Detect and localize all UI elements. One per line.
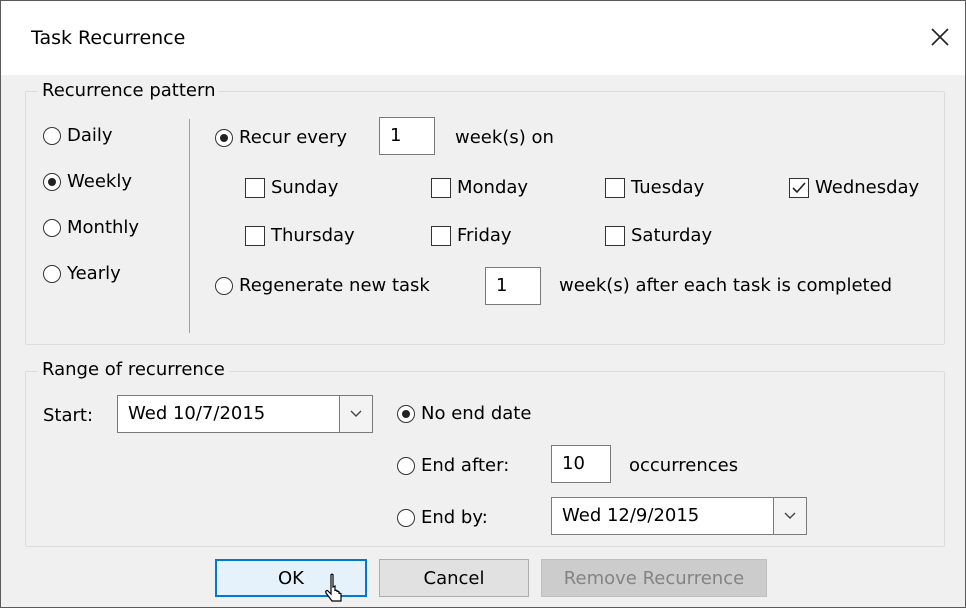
radio-daily[interactable]: Daily bbox=[43, 125, 113, 146]
title-bar: Task Recurrence bbox=[1, 1, 965, 75]
chevron-down-icon bbox=[350, 410, 362, 417]
checkbox-monday[interactable]: Monday bbox=[431, 177, 528, 198]
recurrence-pattern-legend: Recurrence pattern bbox=[38, 80, 220, 101]
regenerate-suffix-label: week(s) after each task is completed bbox=[559, 275, 893, 296]
checkbox-wednesday[interactable]: Wednesday bbox=[789, 177, 919, 198]
yearly-radio-indicator bbox=[43, 264, 61, 283]
wednesday-checkbox-box bbox=[789, 177, 809, 198]
radio-end-by[interactable]: End by: bbox=[397, 507, 488, 528]
no-end-date-label: No end date bbox=[421, 403, 532, 424]
mouse-cursor-icon bbox=[325, 573, 342, 602]
task-recurrence-dialog: Task Recurrence Recurrence pattern Daily… bbox=[0, 0, 966, 608]
wednesday-label: Wednesday bbox=[815, 177, 920, 198]
sunday-label: Sunday bbox=[271, 177, 339, 198]
radio-monthly[interactable]: Monthly bbox=[43, 217, 139, 238]
close-icon bbox=[931, 28, 949, 46]
regenerate-label: Regenerate new task bbox=[239, 275, 430, 296]
remove-recurrence-button-label: Remove Recurrence bbox=[563, 567, 745, 589]
checkbox-friday[interactable]: Friday bbox=[431, 225, 512, 246]
monday-label: Monday bbox=[457, 177, 529, 198]
saturday-label: Saturday bbox=[631, 225, 713, 246]
tuesday-label: Tuesday bbox=[631, 177, 705, 198]
weekly-radio-indicator bbox=[43, 172, 61, 191]
radio-weekly[interactable]: Weekly bbox=[43, 171, 132, 192]
radio-yearly[interactable]: Yearly bbox=[43, 263, 121, 284]
ok-button-label: OK bbox=[278, 567, 304, 589]
monthly-label: Monthly bbox=[67, 217, 140, 238]
end-by-date-dropdown-button[interactable] bbox=[773, 498, 806, 534]
tuesday-checkbox-box bbox=[605, 177, 625, 198]
start-label: Start: bbox=[43, 405, 94, 426]
monday-checkbox-box bbox=[431, 177, 451, 198]
occurrences-label: occurrences bbox=[629, 455, 739, 476]
end-by-date-dropdown[interactable]: Wed 12/9/2015 bbox=[551, 497, 807, 535]
radio-no-end-date[interactable]: No end date bbox=[397, 403, 531, 424]
checkbox-saturday[interactable]: Saturday bbox=[605, 225, 712, 246]
thursday-checkbox-box bbox=[245, 225, 265, 246]
regenerate-weeks-input[interactable]: 1 bbox=[485, 267, 541, 305]
radio-regenerate[interactable]: Regenerate new task bbox=[215, 275, 430, 296]
remove-recurrence-button: Remove Recurrence bbox=[541, 559, 767, 597]
checkmark-icon bbox=[792, 181, 806, 193]
weekly-label: Weekly bbox=[67, 171, 132, 192]
monthly-radio-indicator bbox=[43, 218, 61, 237]
daily-radio-indicator bbox=[43, 126, 61, 145]
saturday-checkbox-box bbox=[605, 225, 625, 246]
end-by-date-value: Wed 12/9/2015 bbox=[562, 505, 700, 526]
recur-every-label: Recur every bbox=[239, 127, 348, 148]
yearly-label: Yearly bbox=[67, 263, 121, 284]
end-after-input[interactable]: 10 bbox=[551, 445, 611, 483]
checkbox-tuesday[interactable]: Tuesday bbox=[605, 177, 704, 198]
friday-checkbox-box bbox=[431, 225, 451, 246]
pattern-divider bbox=[189, 119, 190, 333]
range-of-recurrence-legend: Range of recurrence bbox=[38, 359, 229, 380]
start-date-dropdown-button[interactable] bbox=[339, 396, 372, 432]
friday-label: Friday bbox=[457, 225, 512, 246]
start-date-dropdown[interactable]: Wed 10/7/2015 bbox=[117, 395, 373, 433]
daily-label: Daily bbox=[67, 125, 113, 146]
recur-every-radio-indicator bbox=[215, 128, 233, 147]
radio-recur-every[interactable]: Recur every bbox=[215, 127, 347, 148]
checkbox-thursday[interactable]: Thursday bbox=[245, 225, 355, 246]
start-date-value: Wed 10/7/2015 bbox=[128, 403, 266, 424]
no-end-date-radio-indicator bbox=[397, 404, 415, 423]
chevron-down-icon bbox=[784, 512, 796, 519]
radio-end-after[interactable]: End after: bbox=[397, 455, 509, 476]
sunday-checkbox-box bbox=[245, 177, 265, 198]
end-by-label: End by: bbox=[421, 507, 488, 528]
end-by-radio-indicator bbox=[397, 508, 415, 527]
regenerate-radio-indicator bbox=[215, 276, 233, 295]
cancel-button-label: Cancel bbox=[423, 567, 485, 589]
recur-every-input[interactable]: 1 bbox=[379, 117, 435, 155]
dialog-title: Task Recurrence bbox=[31, 27, 186, 49]
weeks-on-label: week(s) on bbox=[455, 127, 554, 148]
cancel-button[interactable]: Cancel bbox=[379, 559, 529, 597]
thursday-label: Thursday bbox=[271, 225, 355, 246]
end-after-radio-indicator bbox=[397, 456, 415, 475]
end-after-label: End after: bbox=[421, 455, 510, 476]
checkbox-sunday[interactable]: Sunday bbox=[245, 177, 338, 198]
close-button[interactable] bbox=[917, 15, 963, 59]
